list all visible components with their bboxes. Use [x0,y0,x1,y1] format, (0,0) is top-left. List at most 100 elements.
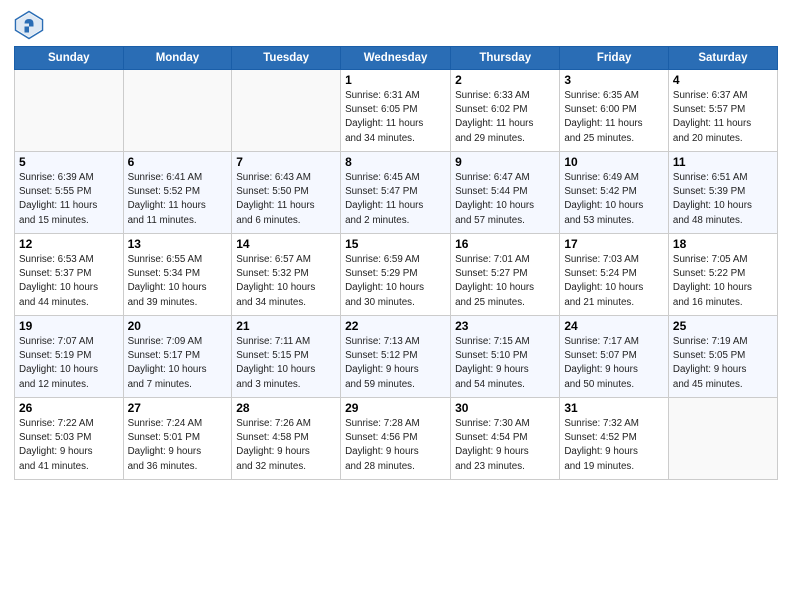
weekday-header: SundayMondayTuesdayWednesdayThursdayFrid… [15,47,778,70]
day-number: 1 [345,73,446,87]
day-number: 4 [673,73,773,87]
day-info: Sunrise: 6:31 AM Sunset: 6:05 PM Dayligh… [345,89,446,146]
day-number: 24 [564,319,664,333]
day-info: Sunrise: 7:09 AM Sunset: 5:17 PM Dayligh… [128,335,228,392]
calendar-container: SundayMondayTuesdayWednesdayThursdayFrid… [0,0,792,486]
day-info: Sunrise: 6:51 AM Sunset: 5:39 PM Dayligh… [673,171,773,228]
day-info: Sunrise: 7:17 AM Sunset: 5:07 PM Dayligh… [564,335,664,392]
day-number: 30 [455,401,555,415]
day-number: 17 [564,237,664,251]
calendar-cell: 1 Sunrise: 6:31 AM Sunset: 6:05 PM Daylig… [341,70,451,152]
calendar-cell: 20 Sunrise: 7:09 AM Sunset: 5:17 PM Dayli… [123,316,232,398]
day-number: 3 [564,73,664,87]
day-info: Sunrise: 7:01 AM Sunset: 5:27 PM Dayligh… [455,253,555,310]
day-info: Sunrise: 6:53 AM Sunset: 5:37 PM Dayligh… [19,253,119,310]
calendar-cell: 17 Sunrise: 7:03 AM Sunset: 5:24 PM Dayli… [560,234,669,316]
calendar-body: 1 Sunrise: 6:31 AM Sunset: 6:05 PM Daylig… [15,70,778,480]
calendar-cell: 27 Sunrise: 7:24 AM Sunset: 5:01 PM Dayli… [123,398,232,480]
day-info: Sunrise: 7:13 AM Sunset: 5:12 PM Dayligh… [345,335,446,392]
day-info: Sunrise: 7:15 AM Sunset: 5:10 PM Dayligh… [455,335,555,392]
calendar-cell: 11Sunrise: 6:51 AM Sunset: 5:39 PM Dayli… [668,152,777,234]
day-number: 22 [345,319,446,333]
calendar-cell: 23 Sunrise: 7:15 AM Sunset: 5:10 PM Dayli… [451,316,560,398]
calendar-cell: 2 Sunrise: 6:33 AM Sunset: 6:02 PM Daylig… [451,70,560,152]
day-number: 29 [345,401,446,415]
calendar-cell: 25 Sunrise: 7:19 AM Sunset: 5:05 PM Dayli… [668,316,777,398]
weekday-header-cell: Friday [560,47,669,70]
calendar-cell: 26 Sunrise: 7:22 AM Sunset: 5:03 PM Dayli… [15,398,124,480]
calendar-cell: 16 Sunrise: 7:01 AM Sunset: 5:27 PM Dayli… [451,234,560,316]
calendar-cell: 21Sunrise: 7:11 AM Sunset: 5:15 PM Dayli… [232,316,341,398]
calendar-cell [668,398,777,480]
day-number: 14 [236,237,336,251]
day-number: 12 [19,237,119,251]
header-row [14,10,778,40]
weekday-header-cell: Monday [123,47,232,70]
day-info: Sunrise: 7:30 AM Sunset: 4:54 PM Dayligh… [455,417,555,474]
calendar-cell: 22 Sunrise: 7:13 AM Sunset: 5:12 PM Dayli… [341,316,451,398]
calendar-cell [15,70,124,152]
day-number: 20 [128,319,228,333]
day-number: 26 [19,401,119,415]
day-info: Sunrise: 7:07 AM Sunset: 5:19 PM Dayligh… [19,335,119,392]
day-number: 31 [564,401,664,415]
calendar-cell: 24 Sunrise: 7:17 AM Sunset: 5:07 PM Dayli… [560,316,669,398]
day-info: Sunrise: 6:41 AM Sunset: 5:52 PM Dayligh… [128,171,228,228]
day-info: Sunrise: 6:33 AM Sunset: 6:02 PM Dayligh… [455,89,555,146]
day-number: 28 [236,401,336,415]
calendar-cell: 6 Sunrise: 6:41 AM Sunset: 5:52 PM Daylig… [123,152,232,234]
day-number: 8 [345,155,446,169]
day-number: 15 [345,237,446,251]
calendar-cell: 15 Sunrise: 6:59 AM Sunset: 5:29 PM Dayli… [341,234,451,316]
day-number: 6 [128,155,228,169]
day-number: 5 [19,155,119,169]
day-number: 10 [564,155,664,169]
calendar-cell: 10Sunrise: 6:49 AM Sunset: 5:42 PM Dayli… [560,152,669,234]
weekday-header-cell: Wednesday [341,47,451,70]
day-info: Sunrise: 6:59 AM Sunset: 5:29 PM Dayligh… [345,253,446,310]
calendar-week-row: 19 Sunrise: 7:07 AM Sunset: 5:19 PM Dayli… [15,316,778,398]
calendar-cell [123,70,232,152]
calendar-cell: 28 Sunrise: 7:26 AM Sunset: 4:58 PM Dayli… [232,398,341,480]
day-number: 23 [455,319,555,333]
day-info: Sunrise: 6:55 AM Sunset: 5:34 PM Dayligh… [128,253,228,310]
day-info: Sunrise: 7:03 AM Sunset: 5:24 PM Dayligh… [564,253,664,310]
day-info: Sunrise: 7:26 AM Sunset: 4:58 PM Dayligh… [236,417,336,474]
calendar-week-row: 1 Sunrise: 6:31 AM Sunset: 6:05 PM Daylig… [15,70,778,152]
calendar-cell: 14 Sunrise: 6:57 AM Sunset: 5:32 PM Dayli… [232,234,341,316]
calendar-table: SundayMondayTuesdayWednesdayThursdayFrid… [14,46,778,480]
calendar-week-row: 5Sunrise: 6:39 AM Sunset: 5:55 PM Daylig… [15,152,778,234]
day-number: 18 [673,237,773,251]
day-info: Sunrise: 7:24 AM Sunset: 5:01 PM Dayligh… [128,417,228,474]
calendar-cell: 18Sunrise: 7:05 AM Sunset: 5:22 PM Dayli… [668,234,777,316]
day-number: 13 [128,237,228,251]
day-number: 2 [455,73,555,87]
logo-icon [14,10,44,40]
day-info: Sunrise: 6:57 AM Sunset: 5:32 PM Dayligh… [236,253,336,310]
logo [14,10,48,40]
day-number: 16 [455,237,555,251]
weekday-header-cell: Sunday [15,47,124,70]
calendar-cell: 7 Sunrise: 6:43 AM Sunset: 5:50 PM Daylig… [232,152,341,234]
day-info: Sunrise: 7:22 AM Sunset: 5:03 PM Dayligh… [19,417,119,474]
calendar-cell: 3 Sunrise: 6:35 AM Sunset: 6:00 PM Daylig… [560,70,669,152]
day-number: 9 [455,155,555,169]
calendar-cell: 4 Sunrise: 6:37 AM Sunset: 5:57 PM Daylig… [668,70,777,152]
day-number: 25 [673,319,773,333]
day-number: 19 [19,319,119,333]
day-number: 7 [236,155,336,169]
day-info: Sunrise: 6:45 AM Sunset: 5:47 PM Dayligh… [345,171,446,228]
day-info: Sunrise: 6:43 AM Sunset: 5:50 PM Dayligh… [236,171,336,228]
day-info: Sunrise: 7:11 AM Sunset: 5:15 PM Dayligh… [236,335,336,392]
calendar-cell: 13 Sunrise: 6:55 AM Sunset: 5:34 PM Dayli… [123,234,232,316]
day-info: Sunrise: 7:28 AM Sunset: 4:56 PM Dayligh… [345,417,446,474]
day-info: Sunrise: 7:19 AM Sunset: 5:05 PM Dayligh… [673,335,773,392]
day-info: Sunrise: 6:47 AM Sunset: 5:44 PM Dayligh… [455,171,555,228]
day-info: Sunrise: 6:35 AM Sunset: 6:00 PM Dayligh… [564,89,664,146]
calendar-cell: 29 Sunrise: 7:28 AM Sunset: 4:56 PM Dayli… [341,398,451,480]
calendar-week-row: 12 Sunrise: 6:53 AM Sunset: 5:37 PM Dayli… [15,234,778,316]
day-info: Sunrise: 6:37 AM Sunset: 5:57 PM Dayligh… [673,89,773,146]
calendar-cell: 19 Sunrise: 7:07 AM Sunset: 5:19 PM Dayli… [15,316,124,398]
calendar-cell [232,70,341,152]
day-number: 27 [128,401,228,415]
